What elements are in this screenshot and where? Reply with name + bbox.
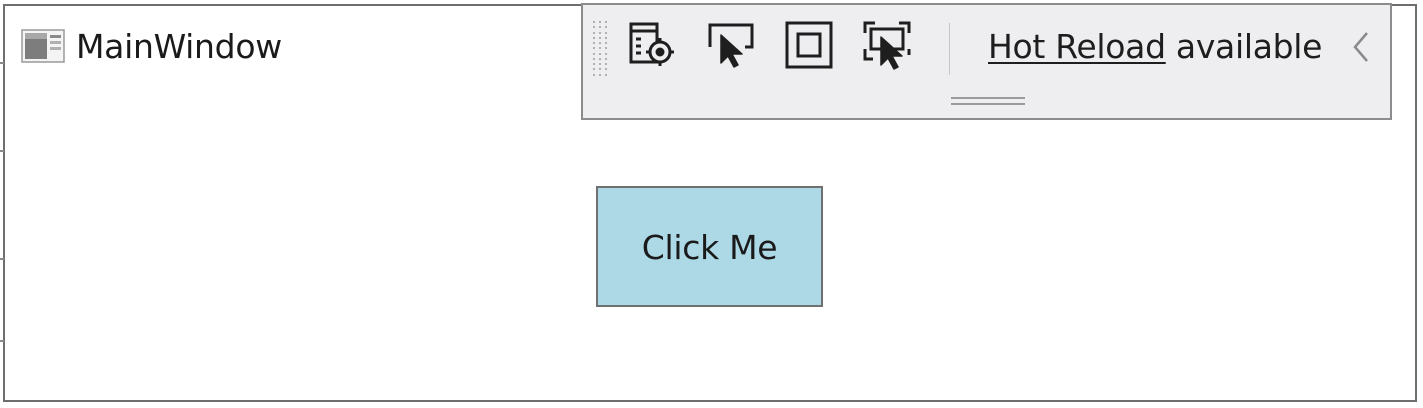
select-element-icon [705, 19, 757, 76]
app-window-icon [20, 28, 66, 64]
track-focused-element-button[interactable] [859, 19, 915, 75]
display-layout-adorners-icon [783, 19, 835, 76]
toolbar-separator [949, 23, 950, 75]
edge-tick [0, 340, 4, 342]
edge-tick [0, 62, 4, 64]
display-layout-adorners-button[interactable] [781, 19, 837, 75]
track-focused-element-icon [861, 19, 913, 76]
chevron-left-icon [1351, 30, 1371, 69]
window-title: MainWindow [76, 26, 282, 66]
select-element-button[interactable] [703, 19, 759, 75]
toolbar-grip[interactable] [593, 21, 609, 77]
live-visual-tree-button[interactable] [623, 19, 679, 75]
edge-tick [0, 258, 4, 260]
hot-reload-link[interactable]: Hot Reload [988, 27, 1166, 66]
title-bar: MainWindow [20, 26, 282, 66]
hot-reload-available-text: available [1165, 27, 1323, 66]
hot-reload-status: Hot Reload available [988, 27, 1322, 66]
toolbar-resize-handle[interactable] [951, 97, 1025, 107]
xaml-debug-toolbar: Hot Reload available [581, 3, 1392, 120]
collapse-toolbar-button[interactable] [1345, 27, 1377, 71]
click-me-button[interactable]: Click Me [596, 186, 823, 307]
edge-tick [0, 150, 4, 152]
live-visual-tree-icon [625, 19, 677, 76]
